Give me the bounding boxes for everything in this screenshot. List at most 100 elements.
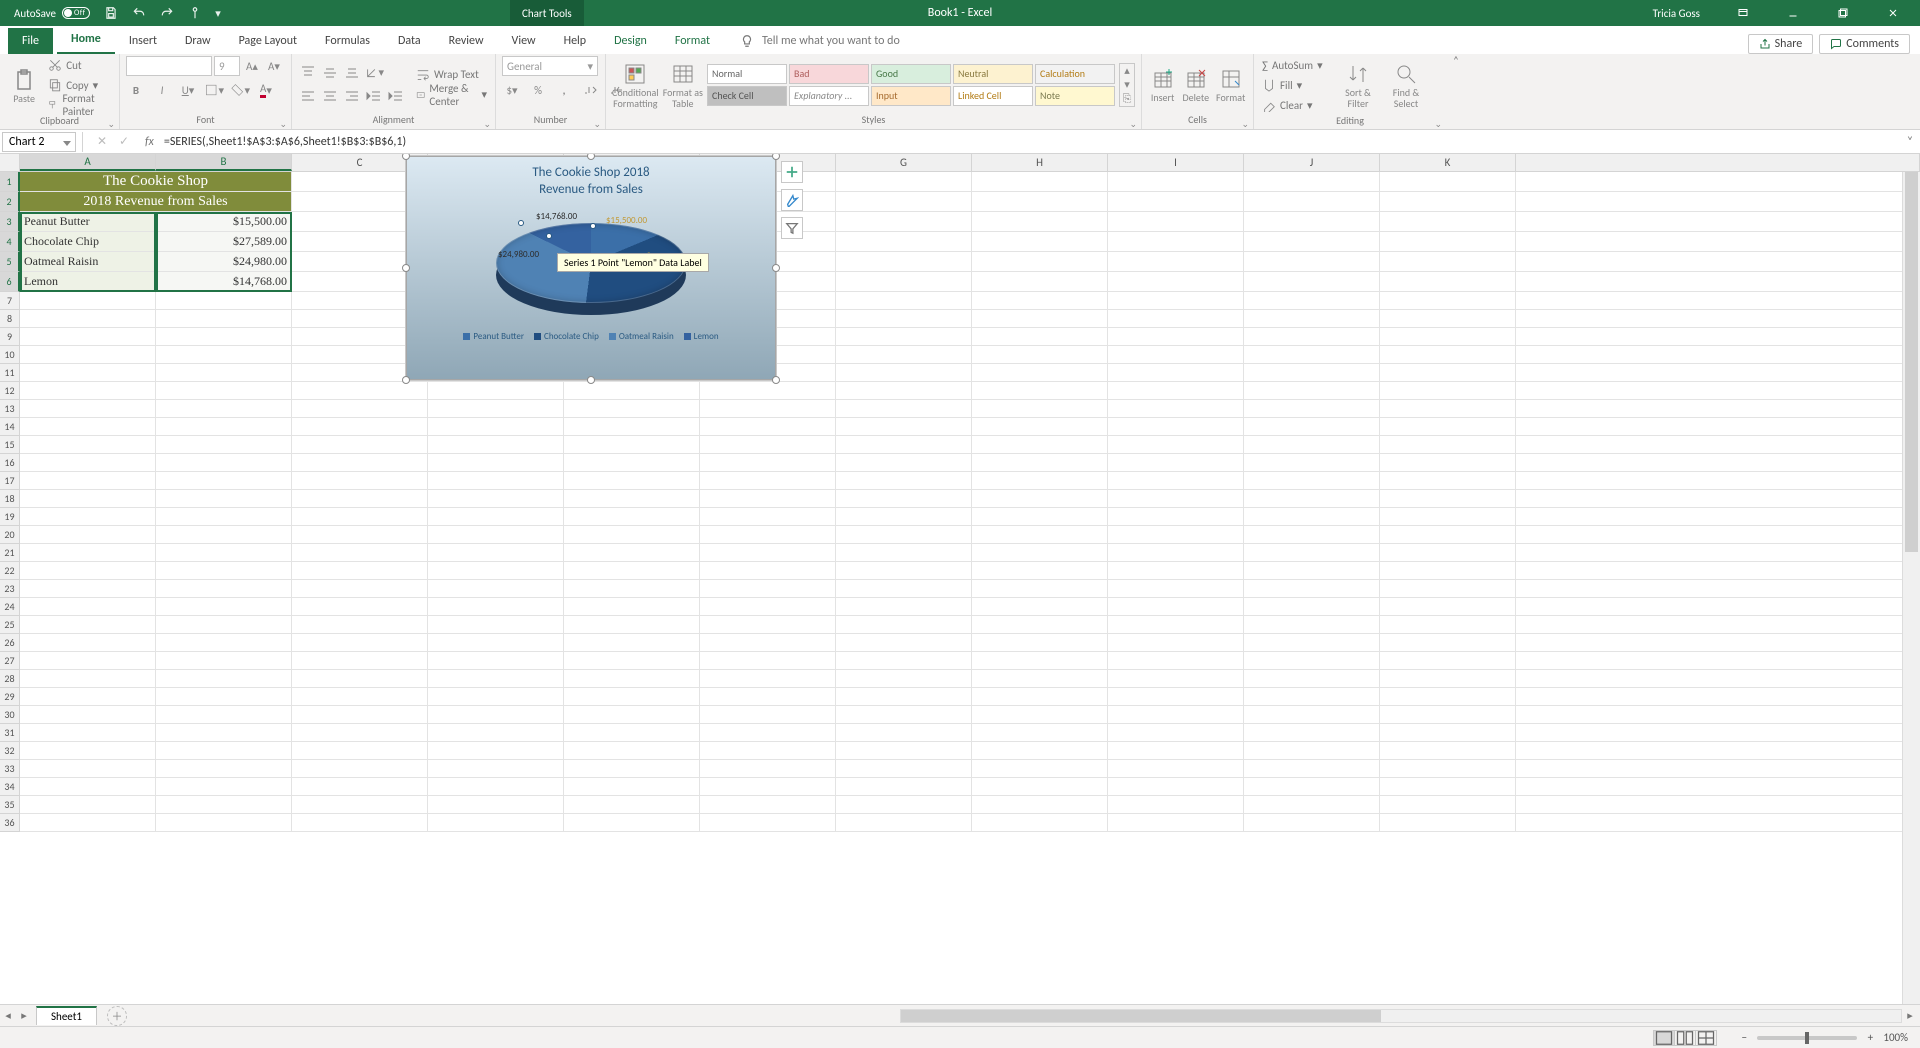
cell-C22[interactable] [292,562,428,580]
cell-I19[interactable] [1108,508,1244,526]
cell-G34[interactable] [836,778,972,796]
cell-I36[interactable] [1108,814,1244,832]
paste-button[interactable]: Paste [6,67,42,104]
cell-I34[interactable] [1108,778,1244,796]
cell-K27[interactable] [1380,652,1516,670]
cell-B22[interactable] [156,562,292,580]
cell-E30[interactable] [564,706,700,724]
cell-A25[interactable] [20,616,156,634]
cell-I33[interactable] [1108,760,1244,778]
cell-H12[interactable] [972,382,1108,400]
cell-B5[interactable]: $24,980.00 [156,252,292,272]
cell-H6[interactable] [972,272,1108,292]
delete-cells-button[interactable]: Delete [1181,66,1210,103]
new-sheet-button[interactable]: ＋ [107,1006,127,1026]
cell-I16[interactable] [1108,454,1244,472]
row-header-12[interactable]: 12 [0,382,20,400]
cell-C23[interactable] [292,580,428,598]
cell-B16[interactable] [156,454,292,472]
cell-H28[interactable] [972,670,1108,688]
cell-D14[interactable] [428,418,564,436]
cell-D24[interactable] [428,598,564,616]
gallery-scroll-down-icon[interactable]: ▾ [1120,78,1134,92]
cell-H14[interactable] [972,418,1108,436]
cell-A22[interactable] [20,562,156,580]
sheet-tab-sheet1[interactable]: Sheet1 [36,1006,97,1025]
cell-F21[interactable] [700,544,836,562]
cell-J28[interactable] [1244,670,1380,688]
cell-A32[interactable] [20,742,156,760]
cell-I25[interactable] [1108,616,1244,634]
increase-decimal-icon[interactable] [580,80,600,100]
cell-E25[interactable] [564,616,700,634]
cell-K15[interactable] [1380,436,1516,454]
cell-C34[interactable] [292,778,428,796]
cell-K30[interactable] [1380,706,1516,724]
cell-E18[interactable] [564,490,700,508]
cell-G3[interactable] [836,212,972,232]
cell-G32[interactable] [836,742,972,760]
cell-J27[interactable] [1244,652,1380,670]
cell-D33[interactable] [428,760,564,778]
cell-E12[interactable] [564,382,700,400]
cell-G36[interactable] [836,814,972,832]
cell-H29[interactable] [972,688,1108,706]
hscroll-right-icon[interactable]: ▸ [1902,1009,1918,1022]
cell-I22[interactable] [1108,562,1244,580]
italic-icon[interactable]: I [152,80,172,100]
cell-I32[interactable] [1108,742,1244,760]
row-header-1[interactable]: 1 [0,172,20,192]
row-header-20[interactable]: 20 [0,526,20,544]
align-center-icon[interactable] [320,87,340,107]
cell-C25[interactable] [292,616,428,634]
row-header-18[interactable]: 18 [0,490,20,508]
cell-A9[interactable] [20,328,156,346]
cell-I10[interactable] [1108,346,1244,364]
row-header-35[interactable]: 35 [0,796,20,814]
style-input[interactable]: Input [871,86,951,106]
cell-F34[interactable] [700,778,836,796]
autosave-toggle[interactable]: AutoSave Off [10,7,94,20]
cell-K12[interactable] [1380,382,1516,400]
cell-K3[interactable] [1380,212,1516,232]
cell-B20[interactable] [156,526,292,544]
cell-B27[interactable] [156,652,292,670]
style-check-cell[interactable]: Check Cell [707,86,787,106]
cell-D30[interactable] [428,706,564,724]
row-header-15[interactable]: 15 [0,436,20,454]
cell-F12[interactable] [700,382,836,400]
cell-H17[interactable] [972,472,1108,490]
cell-B12[interactable] [156,382,292,400]
cell-K22[interactable] [1380,562,1516,580]
cell-B30[interactable] [156,706,292,724]
cell-K7[interactable] [1380,292,1516,310]
cell-K2[interactable] [1380,192,1516,212]
cell-E20[interactable] [564,526,700,544]
column-header-B[interactable]: B [156,154,292,171]
cell-I28[interactable] [1108,670,1244,688]
autosum-button[interactable]: ∑AutoSum▾ [1260,56,1332,74]
cell-I20[interactable] [1108,526,1244,544]
cell-I7[interactable] [1108,292,1244,310]
cell-C29[interactable] [292,688,428,706]
cell-D17[interactable] [428,472,564,490]
cell-H23[interactable] [972,580,1108,598]
cell-B10[interactable] [156,346,292,364]
cell-G27[interactable] [836,652,972,670]
cell-C18[interactable] [292,490,428,508]
cell-H24[interactable] [972,598,1108,616]
cell-H21[interactable] [972,544,1108,562]
tab-design[interactable]: Design [600,28,661,54]
cell-K6[interactable] [1380,272,1516,292]
cell-E31[interactable] [564,724,700,742]
cell-A28[interactable] [20,670,156,688]
cell-A30[interactable] [20,706,156,724]
cell-I29[interactable] [1108,688,1244,706]
tell-me-search[interactable]: Tell me what you want to do [724,28,916,54]
cell-A35[interactable] [20,796,156,814]
cell-I18[interactable] [1108,490,1244,508]
cell-B21[interactable] [156,544,292,562]
row-header-14[interactable]: 14 [0,418,20,436]
style-calculation[interactable]: Calculation [1035,64,1115,84]
cell-B34[interactable] [156,778,292,796]
